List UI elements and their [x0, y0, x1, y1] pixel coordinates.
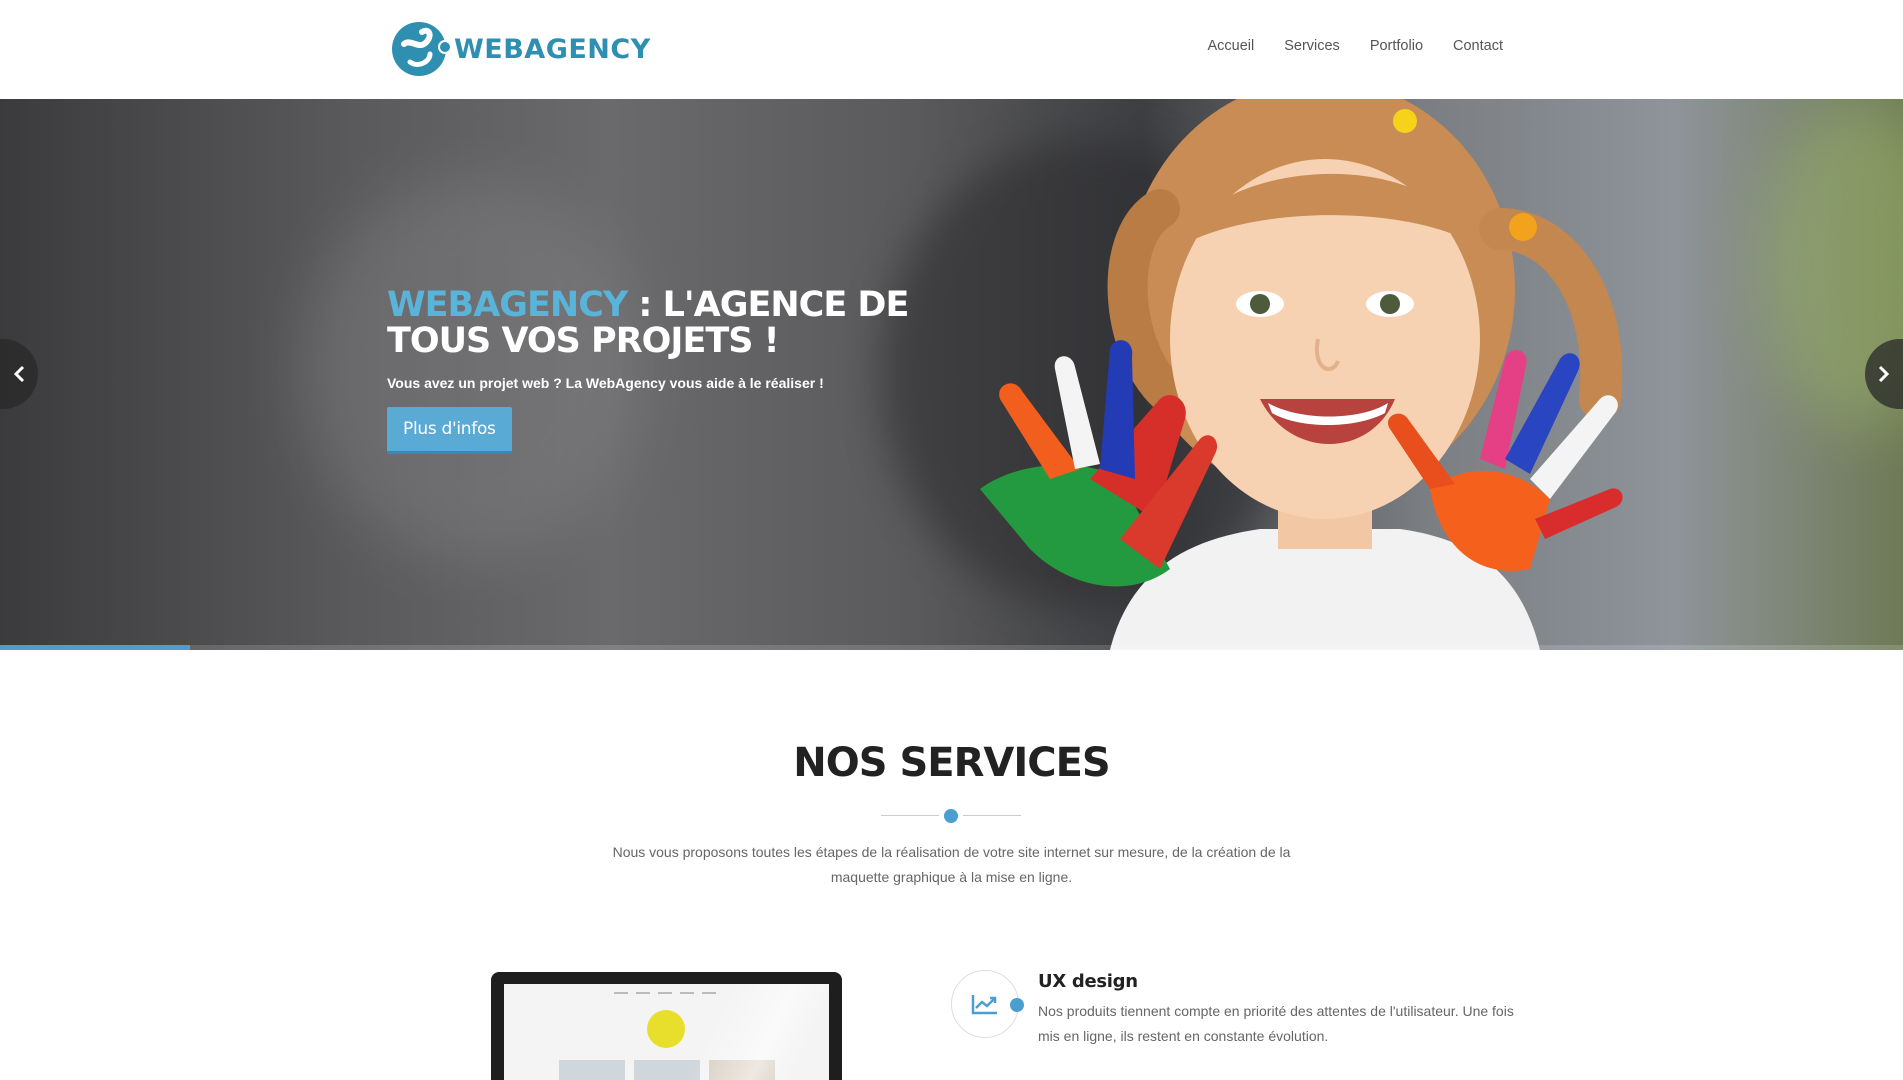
- nav-item-portfolio[interactable]: Portfolio: [1370, 38, 1423, 54]
- nav-item-accueil[interactable]: Accueil: [1207, 38, 1254, 54]
- hero-slider: WEBAGENCY : L'AGENCE DE TOUS VOS PROJETS…: [0, 99, 1903, 650]
- laptop-screen-glare: [669, 984, 829, 1080]
- chevron-right-icon: [1878, 365, 1890, 383]
- hero-content: WEBAGENCY : L'AGENCE DE TOUS VOS PROJETS…: [387, 287, 1007, 454]
- chart-line-icon: [971, 995, 997, 1015]
- nav-item-services[interactable]: Services: [1284, 38, 1340, 54]
- main-nav: Accueil Services Portfolio Contact: [1207, 38, 1503, 54]
- brand-logo[interactable]: WEBAGENCY: [390, 18, 651, 80]
- service-text-ux-design: Nos produits tiennent compte en priorité…: [1038, 1003, 1514, 1044]
- divider-line-left: [881, 815, 939, 816]
- services-title: NOS SERVICES: [793, 740, 1110, 786]
- hero-title: WEBAGENCY : L'AGENCE DE TOUS VOS PROJETS…: [387, 287, 1007, 359]
- laptop-mockup: [491, 972, 842, 1080]
- laptop-screen: [504, 984, 829, 1080]
- slider-progress-track: [0, 645, 1903, 650]
- hero-girl-image: [980, 99, 1623, 650]
- nav-item-contact[interactable]: Contact: [1453, 38, 1503, 54]
- laptop-screen-thumbnail: [559, 1060, 625, 1080]
- ux-design-icon-circle: [951, 970, 1019, 1038]
- slider-prev-button[interactable]: [0, 339, 38, 409]
- brand-name: WEBAGENCY: [454, 33, 651, 65]
- slider-progress-fill: [0, 645, 191, 650]
- section-divider: [881, 808, 1021, 824]
- divider-dot: [944, 809, 958, 823]
- brand-logo-icon: [392, 22, 452, 76]
- services-description: Nous vous proposons toutes les étapes de…: [612, 844, 1291, 885]
- more-info-button[interactable]: Plus d'infos: [387, 407, 512, 454]
- site-header: WEBAGENCY Accueil Services Portfolio Con…: [0, 0, 1903, 99]
- ux-design-dot: [1010, 998, 1024, 1012]
- divider-line-right: [963, 815, 1021, 816]
- chevron-left-icon: [13, 365, 25, 383]
- service-title-ux-design: UX design: [1038, 971, 1138, 992]
- hero-subtitle: Vous avez un projet web ? La WebAgency v…: [387, 375, 824, 391]
- hero-title-accent: WEBAGENCY: [387, 285, 628, 325]
